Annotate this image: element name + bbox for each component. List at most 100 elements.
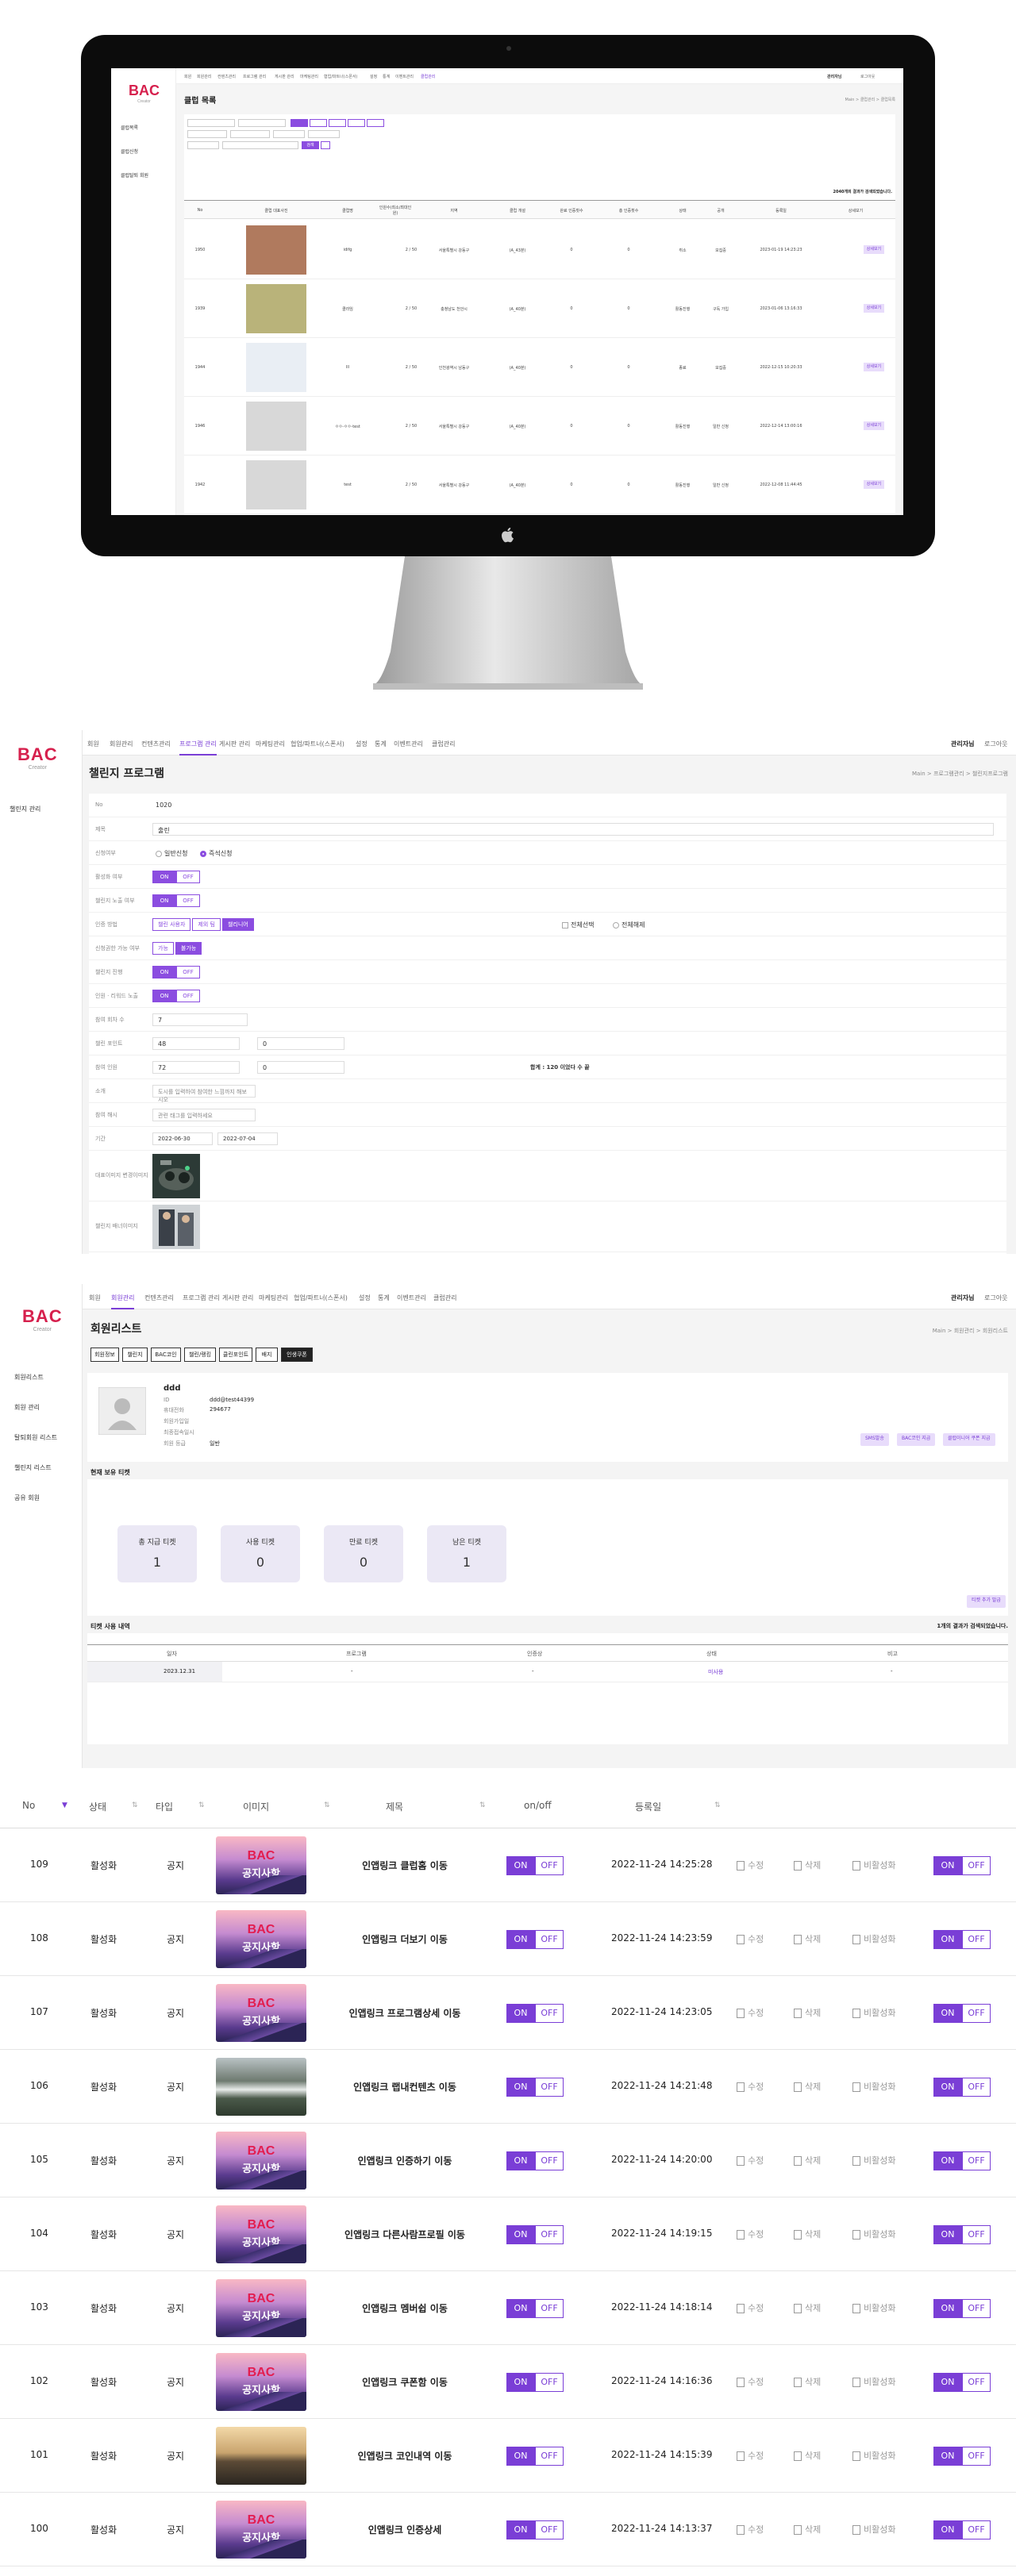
- nav-item-active[interactable]: 회원관리: [111, 1294, 135, 1309]
- delete-action[interactable]: 삭제: [794, 2154, 821, 2167]
- edit-action[interactable]: 수정: [737, 2523, 764, 2536]
- table-row[interactable]: 1946 ㅇㅇ-ㅇㅇ-test 2 / 50 서울특별시 강동구 (A_40분) 0 0 활동…: [184, 397, 895, 456]
- display-toggle[interactable]: ON OFF: [933, 1856, 991, 1875]
- table-row[interactable]: 104 활성화 공지 BAC 공지사항 인앱링크 다른사람프로필 이동 ON OFF 2022-…: [0, 2197, 1016, 2271]
- disable-action[interactable]: 비활성화: [852, 2228, 895, 2240]
- edit-action[interactable]: 수정: [737, 2154, 764, 2167]
- sidebar-item-club-withdraw[interactable]: 클럽탈퇴 회원: [121, 171, 148, 179]
- edit-action[interactable]: 수정: [737, 2080, 764, 2093]
- disable-action[interactable]: 비활성화: [852, 1859, 895, 1871]
- table-row[interactable]: 1950 idifg 2 / 50 서울특별시 강동구 (A_43분) 0 0 취소 모집중 20…: [184, 221, 895, 279]
- deselect-all-radio[interactable]: 전체해제: [613, 921, 645, 929]
- nav-item[interactable]: 게시판 관리: [219, 740, 250, 748]
- disable-action[interactable]: 비활성화: [852, 2523, 895, 2536]
- row-title[interactable]: 인앱링크 멤버쉽 이동: [318, 2301, 492, 2315]
- delete-action[interactable]: 삭제: [794, 2523, 821, 2536]
- row-thumbnail[interactable]: BAC 공지사항: [216, 1836, 306, 1894]
- row-thumbnail[interactable]: BAC 공지사항: [216, 2132, 306, 2190]
- disable-action[interactable]: 비활성화: [852, 2375, 895, 2388]
- row-thumbnail[interactable]: BAC 공지사항: [216, 2279, 306, 2337]
- detail-button[interactable]: 상세보기: [864, 480, 884, 489]
- sidebar-item-challenge[interactable]: 챌린지 관리: [10, 805, 40, 813]
- nav-item[interactable]: 회원관리: [110, 740, 133, 748]
- delete-action[interactable]: 삭제: [794, 2228, 821, 2240]
- row-title[interactable]: 인앱링크 인증상세: [318, 2523, 492, 2536]
- nav-item[interactable]: 설정: [359, 1294, 371, 1302]
- sidebar-item-withdrawn[interactable]: 탈퇴회원 리스트: [14, 1433, 57, 1442]
- disable-action[interactable]: 비활성화: [852, 2080, 895, 2093]
- progress-toggle[interactable]: ON OFF: [152, 966, 200, 978]
- onoff-toggle[interactable]: ON OFF: [506, 2373, 564, 2392]
- point-input-1[interactable]: 48: [152, 1037, 240, 1050]
- search-type-select[interactable]: [187, 141, 219, 149]
- filter-select[interactable]: [187, 130, 227, 138]
- disable-action[interactable]: 비활성화: [852, 1932, 895, 1945]
- row-thumbnail[interactable]: [216, 2058, 306, 2116]
- table-row[interactable]: 109 활성화 공지 BAC 공지사항 인앱링크 클럽홈 이동 ON OFF 2022-11-2…: [0, 1828, 1016, 1902]
- reward-toggle[interactable]: ON OFF: [152, 990, 200, 1002]
- sort-icon[interactable]: ⇅: [714, 1801, 721, 1809]
- edit-action[interactable]: 수정: [737, 1859, 764, 1871]
- nav-item[interactable]: 컨텐츠관리: [141, 740, 171, 748]
- delete-action[interactable]: 삭제: [794, 2375, 821, 2388]
- edit-action[interactable]: 수정: [737, 2228, 764, 2240]
- sidebar-item-challenge[interactable]: 챌린지 리스트: [14, 1463, 52, 1472]
- filter-select[interactable]: [308, 130, 340, 138]
- delete-action[interactable]: 삭제: [794, 2006, 821, 2019]
- nav-item[interactable]: 설정: [370, 74, 377, 79]
- disable-action[interactable]: 비활성화: [852, 2006, 895, 2019]
- onoff-toggle[interactable]: ON OFF: [506, 2225, 564, 2244]
- col-header-type[interactable]: 타입: [156, 1800, 173, 1813]
- row-title[interactable]: 인앱링크 랩내컨텐츠 이동: [318, 2080, 492, 2093]
- display-toggle[interactable]: ON OFF: [933, 2151, 991, 2170]
- nav-item[interactable]: 통계: [378, 1294, 390, 1302]
- row-thumbnail[interactable]: BAC 공지사항: [216, 1984, 306, 2042]
- coupon-give-button[interactable]: 클럽이니어 쿠폰 지급: [943, 1433, 995, 1446]
- nav-item-active[interactable]: 프로그램 관리: [179, 740, 217, 755]
- nav-item[interactable]: 마케팅관리: [256, 740, 285, 748]
- row-title[interactable]: 인앱링크 다른사람프로필 이동: [318, 2228, 492, 2241]
- row-title[interactable]: 인앱링크 쿠폰함 이동: [318, 2375, 492, 2389]
- table-row[interactable]: 107 활성화 공지 BAC 공지사항 인앱링크 프로그램상세 이동 ON OFF 2022-1…: [0, 1976, 1016, 2050]
- nav-item[interactable]: 이벤트관리: [397, 1294, 426, 1302]
- issue-ticket-button[interactable]: 티켓 추가 발급: [967, 1595, 1006, 1608]
- nav-item[interactable]: 통계: [383, 74, 390, 79]
- auth-option[interactable]: 챌린 사용자: [152, 918, 191, 931]
- edit-action[interactable]: 수정: [737, 2006, 764, 2019]
- pay-option[interactable]: 가능: [152, 942, 174, 955]
- delete-action[interactable]: 삭제: [794, 2080, 821, 2093]
- table-row[interactable]: 100 활성화 공지 BAC 공지사항 인앱링크 인증상세 ON OFF 2022-11-24 …: [0, 2493, 1016, 2566]
- edit-action[interactable]: 수정: [737, 2375, 764, 2388]
- nav-item[interactable]: 이벤트관리: [395, 74, 414, 79]
- challenge-banner-image[interactable]: [152, 1205, 200, 1249]
- active-toggle[interactable]: ON OFF: [152, 871, 200, 883]
- table-row[interactable]: 103 활성화 공지 BAC 공지사항 인앱링크 멤버쉽 이동 ON OFF 2022-11-2…: [0, 2271, 1016, 2345]
- sidebar-item-member-list[interactable]: 회원리스트: [14, 1373, 44, 1382]
- sort-desc-icon[interactable]: ▼: [62, 1801, 67, 1809]
- period-button[interactable]: [348, 119, 365, 127]
- sidebar-item-club-apply[interactable]: 클럽신청: [121, 148, 138, 155]
- filter-select[interactable]: [230, 130, 270, 138]
- date-to-input[interactable]: [238, 119, 286, 127]
- nav-item[interactable]: 설정: [356, 740, 368, 748]
- logo[interactable]: BAC Creator: [22, 1306, 63, 1332]
- row-title[interactable]: 인앱링크 코인내역 이동: [318, 2449, 492, 2463]
- tag-input[interactable]: 관련 태그를 입력하세요: [152, 1109, 256, 1121]
- nav-item[interactable]: 회원: [89, 1294, 101, 1302]
- col-header-state[interactable]: 상태: [89, 1800, 106, 1813]
- filter-select[interactable]: [273, 130, 305, 138]
- auth-option[interactable]: 제외 팀: [192, 918, 221, 931]
- period-button[interactable]: [291, 119, 308, 127]
- tab-badge[interactable]: 배지: [256, 1348, 278, 1362]
- detail-button[interactable]: 상세보기: [864, 363, 884, 371]
- limit-input-1[interactable]: 72: [152, 1061, 240, 1074]
- select-all-checkbox[interactable]: 전체선택: [562, 921, 594, 929]
- display-toggle[interactable]: ON OFF: [933, 2078, 991, 2097]
- logout-link[interactable]: 로그아웃: [984, 740, 1007, 748]
- detail-button[interactable]: 상세보기: [864, 245, 884, 254]
- display-toggle[interactable]: ON OFF: [933, 2447, 991, 2466]
- sidebar-item-shared[interactable]: 공유 회원: [14, 1494, 40, 1502]
- nav-item[interactable]: 협업/파트너(스폰서): [294, 1294, 348, 1302]
- sort-icon[interactable]: ⇅: [324, 1801, 330, 1809]
- onoff-toggle[interactable]: ON OFF: [506, 2299, 564, 2318]
